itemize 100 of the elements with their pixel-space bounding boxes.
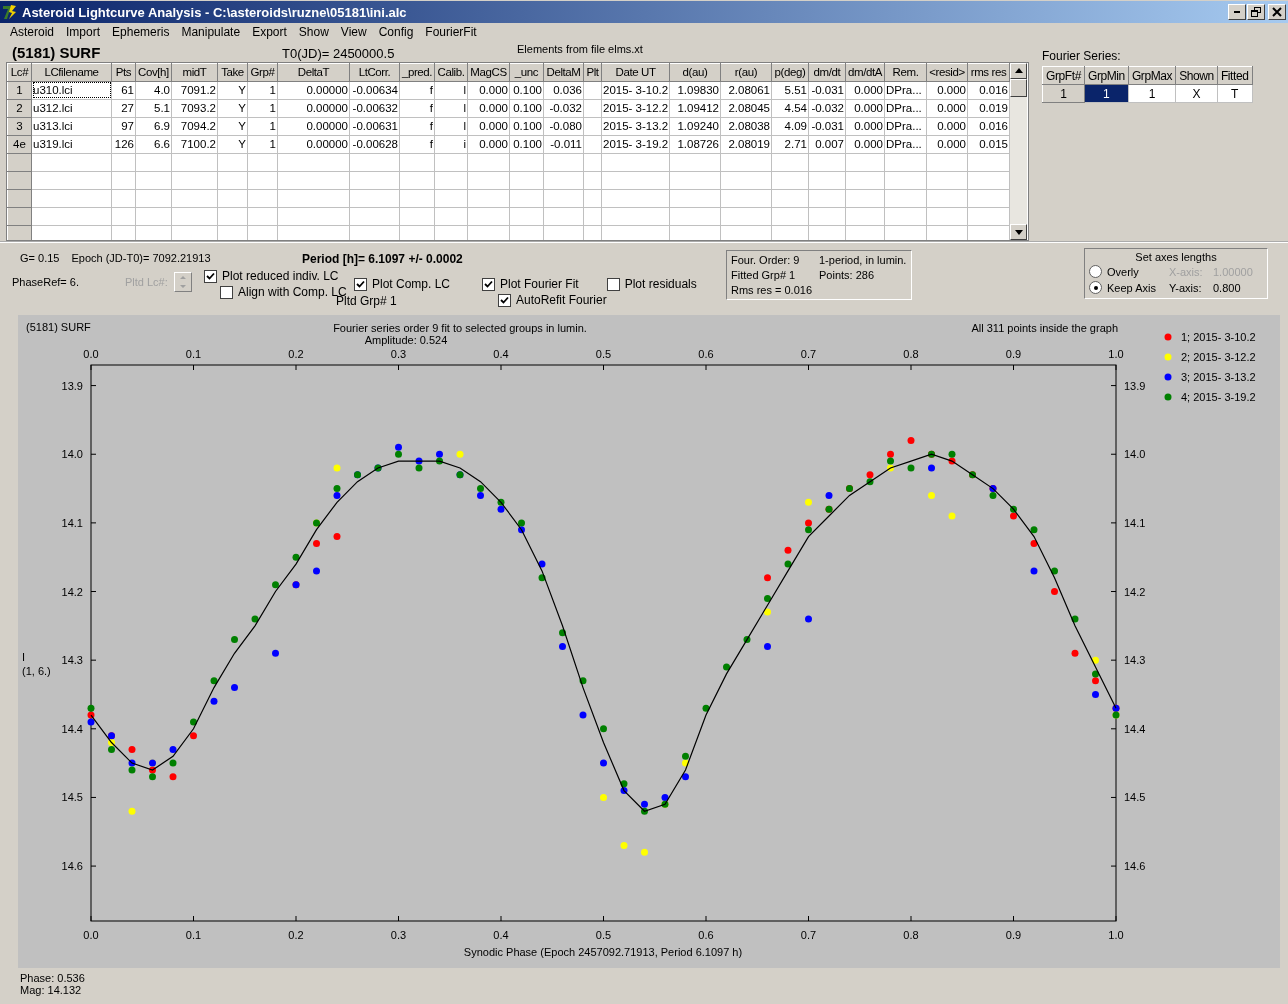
column-header[interactable]: Fitted <box>1217 66 1252 85</box>
column-header[interactable]: Pts <box>111 63 136 82</box>
checkbox[interactable]: Plot residuals <box>606 276 697 292</box>
data-point <box>169 745 177 753</box>
table-cell: 5.51 <box>771 81 809 100</box>
tick-label: 14.0 <box>61 448 83 461</box>
column-header[interactable]: Take <box>217 63 248 82</box>
column-header[interactable]: DeltaT <box>277 63 350 82</box>
table-cell: f <box>399 117 435 136</box>
table-cell: 2015- 3-13.2 <box>601 117 670 136</box>
data-point <box>559 629 566 637</box>
checkmark-icon <box>356 279 365 289</box>
checkbox[interactable]: Plot reduced indiv. LC <box>204 268 354 284</box>
data-point <box>764 594 771 602</box>
table-cell: u312.lci <box>31 99 112 118</box>
table-cell: 97 <box>111 117 136 136</box>
table-cell: i <box>434 135 468 154</box>
table-cell: 6.6 <box>135 135 172 154</box>
tick-label: 0.6 <box>698 929 714 941</box>
column-header[interactable]: GrpFt# <box>1042 66 1085 85</box>
data-point <box>1051 588 1058 595</box>
column-header[interactable]: r(au) <box>720 63 772 82</box>
menu-item[interactable]: Asteroid <box>4 25 61 39</box>
table-cell: 1 <box>247 117 278 136</box>
menu-item[interactable]: Ephemeris <box>106 25 176 39</box>
data-point <box>313 567 320 575</box>
scroll-up-button[interactable] <box>1010 62 1027 79</box>
column-header[interactable]: _pred. <box>399 63 435 82</box>
checkbox[interactable]: Plot Comp. LC <box>354 276 482 292</box>
data-point <box>169 759 177 767</box>
column-header[interactable]: GrpMin <box>1084 66 1129 85</box>
table-cell: l <box>434 117 468 136</box>
menu-item[interactable]: Show <box>292 25 335 39</box>
column-header[interactable]: DeltaM <box>543 63 584 82</box>
table-cell: Y <box>217 117 248 136</box>
tick-label: 14.6 <box>61 860 83 873</box>
data-point <box>928 464 935 472</box>
radio-button[interactable]: Keep Axis <box>1089 281 1169 294</box>
table-cell: 0.016 <box>967 117 1010 136</box>
table-cell: 0.016 <box>967 81 1010 100</box>
column-header[interactable]: midT <box>171 63 218 82</box>
column-header[interactable]: p(deg) <box>771 63 809 82</box>
column-header[interactable]: Date UT <box>601 63 670 82</box>
table-cell: u319.lci <box>31 135 112 154</box>
data-point <box>456 450 464 458</box>
data-point <box>948 512 956 520</box>
data-point <box>723 663 730 671</box>
menu-item[interactable]: Export <box>246 25 293 39</box>
data-point <box>1071 615 1079 623</box>
tick-label: 14.1 <box>61 516 83 529</box>
menu-item[interactable]: Import <box>60 25 107 39</box>
table-cell: -0.00628 <box>349 135 400 154</box>
data-point <box>538 560 546 568</box>
column-header[interactable]: _unc <box>509 63 544 82</box>
tick-label: 0.9 <box>1005 348 1022 360</box>
fit-info-text: Fitted Grp# 1 <box>731 269 797 281</box>
table-cell: f <box>399 81 435 100</box>
column-header[interactable]: dm/dtA <box>845 63 885 82</box>
column-header[interactable]: Shown <box>1175 66 1218 85</box>
restore-button[interactable] <box>1247 4 1265 20</box>
tick-label: 0.7 <box>800 348 817 360</box>
column-header[interactable]: LtCorr. <box>349 63 400 82</box>
table-cell: 0.007 <box>808 135 846 154</box>
close-button[interactable] <box>1268 4 1286 20</box>
window-title: Asteroid Lightcurve Analysis - C:\asteroids\ruzne\05181\ini.alc <box>22 4 408 20</box>
data-point <box>1092 691 1099 698</box>
tick-label: 13.9 <box>61 379 83 392</box>
radio-button[interactable]: Overly <box>1089 265 1169 278</box>
checkbox[interactable]: Plot Fourier Fit <box>482 276 607 292</box>
column-header[interactable]: Lc# <box>7 63 32 82</box>
menu-item[interactable]: FourierFit <box>419 25 483 39</box>
column-header[interactable]: d(au) <box>669 63 721 82</box>
scroll-down-button[interactable] <box>1010 224 1027 240</box>
tick-label: 14.0 <box>1124 448 1146 461</box>
column-header[interactable]: <resid> <box>926 63 968 82</box>
column-header[interactable]: dm/dt <box>808 63 846 82</box>
column-header[interactable]: Grp# <box>247 63 278 82</box>
scrollbar[interactable] <box>1010 62 1027 240</box>
table-cell: -0.031 <box>808 117 846 136</box>
tick-label: 14.4 <box>61 722 83 735</box>
chart-title: Fourier series order 9 fit to selected groups in lumin. <box>333 322 587 334</box>
table-cell: u310.lci <box>31 81 112 100</box>
column-header[interactable]: GrpMax <box>1128 66 1176 85</box>
column-header[interactable]: LCfilename <box>31 63 112 82</box>
table-cell: 1.09412 <box>669 99 721 118</box>
table-cell: 7094.2 <box>171 117 218 136</box>
menu-item[interactable]: Manipulate <box>175 25 247 39</box>
column-header[interactable]: rms res <box>967 63 1010 82</box>
data-point <box>272 581 279 589</box>
column-header[interactable]: MagCS <box>467 63 510 82</box>
checkbox[interactable]: AutoRefit Fourier <box>498 292 607 308</box>
column-header[interactable]: Cov[h] <box>135 63 172 82</box>
column-header[interactable]: Rem. <box>884 63 927 82</box>
menu-item[interactable]: View <box>334 25 373 39</box>
reference-epoch: T0(JD)= 2450000.5 <box>282 45 396 61</box>
minimize-button[interactable] <box>1228 4 1246 20</box>
column-header[interactable]: Calib. <box>434 63 468 82</box>
table-cell: Y <box>217 81 248 100</box>
menu-item[interactable]: Config <box>372 25 420 39</box>
data-point <box>190 718 197 726</box>
